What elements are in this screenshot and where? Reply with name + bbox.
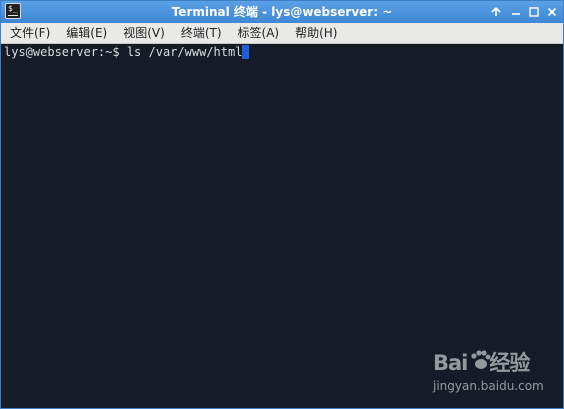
menu-bar: 文件(F) 编辑(E) 视图(V) 终端(T) 标签(A) 帮助(H) bbox=[1, 23, 563, 44]
menu-edit[interactable]: 编辑(E) bbox=[57, 23, 114, 43]
menu-file[interactable]: 文件(F) bbox=[1, 23, 57, 43]
window-title: Terminal 终端 - lys@webserver: ~ bbox=[171, 5, 393, 19]
menu-help[interactable]: 帮助(H) bbox=[286, 23, 344, 43]
menu-view[interactable]: 视图(V) bbox=[114, 23, 172, 43]
terminal-area[interactable]: lys@webserver:~$ ls /var/www/html Bai 经验 … bbox=[1, 44, 563, 408]
paw-icon bbox=[471, 350, 491, 369]
shell-prompt: lys@webserver:~$ bbox=[4, 45, 127, 59]
watermark-url: jingyan.baidu.com bbox=[433, 379, 544, 393]
command-text: ls /var/www/html bbox=[126, 45, 243, 59]
baidu-watermark: Bai 经验 jingyan.baidu.com bbox=[421, 347, 561, 403]
menu-terminal[interactable]: 终端(T) bbox=[172, 23, 229, 43]
arrow-up-icon[interactable] bbox=[488, 4, 504, 20]
minimize-icon[interactable] bbox=[508, 4, 524, 20]
text-cursor bbox=[242, 45, 250, 59]
maximize-icon[interactable] bbox=[526, 4, 542, 20]
terminal-line: lys@webserver:~$ ls /var/www/html bbox=[4, 45, 250, 60]
terminal-window: $_ Terminal 终端 - lys@webserver: ~ 文件(F) bbox=[0, 0, 564, 409]
title-bar[interactable]: $_ Terminal 终端 - lys@webserver: ~ bbox=[1, 1, 563, 23]
close-icon[interactable] bbox=[544, 4, 560, 20]
menu-tabs[interactable]: 标签(A) bbox=[229, 23, 287, 43]
